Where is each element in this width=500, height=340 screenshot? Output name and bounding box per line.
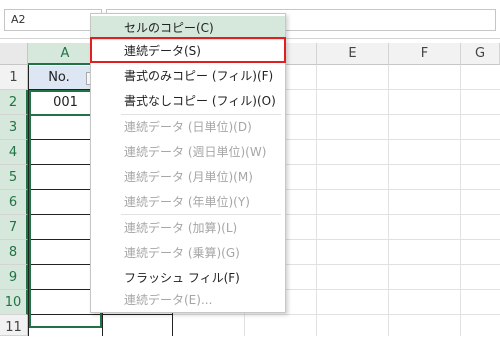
row-header-10[interactable]: 10 xyxy=(0,290,28,315)
row-header-5[interactable]: 5 xyxy=(0,165,28,190)
row-header-11[interactable]: 11 xyxy=(0,315,28,336)
row-header-8[interactable]: 8 xyxy=(0,240,28,265)
menu-item-fill-without-formatting[interactable]: 書式なしコピー (フィル)(O) xyxy=(91,89,285,113)
cell-a1-text: No. xyxy=(48,70,70,85)
menu-item-growth-trend: 連続データ (乗算)(G) xyxy=(124,246,240,260)
grid-line xyxy=(460,65,461,336)
menu-item-fill-months: 連続データ (月単位)(M) xyxy=(124,170,253,184)
column-header-f[interactable]: F xyxy=(389,43,461,65)
row-header-6[interactable]: 6 xyxy=(0,190,28,215)
row-header-2[interactable]: 2 xyxy=(0,90,28,115)
menu-item-fill-days: 連続データ (日単位)(D) xyxy=(124,120,252,134)
highlight-callout-box xyxy=(90,37,286,63)
column-header-g[interactable]: G xyxy=(461,43,500,65)
menu-item-fill-weekdays: 連続データ (週日単位)(W) xyxy=(124,145,267,159)
menu-item-series-dialog: 連続データ(E)... xyxy=(124,293,213,307)
menu-separator xyxy=(121,214,281,215)
menu-item-linear-trend: 連続データ (加算)(L) xyxy=(124,221,238,235)
menu-item-fill-formatting-only[interactable]: 書式のみコピー (フィル)(F) xyxy=(91,64,285,88)
menu-item-flash-fill[interactable]: フラッシュ フィル(F) xyxy=(91,266,285,290)
row-header-9[interactable]: 9 xyxy=(0,265,28,290)
name-box[interactable]: A2 xyxy=(4,9,102,31)
row-header-4[interactable]: 4 xyxy=(0,140,28,165)
row-header-1[interactable]: 1 xyxy=(0,65,28,90)
row-header-7[interactable]: 7 xyxy=(0,215,28,240)
row-header-3[interactable]: 3 xyxy=(0,115,28,140)
menu-item-fill-years: 連続データ (年単位)(Y) xyxy=(124,195,250,209)
select-all-corner[interactable] xyxy=(0,43,28,65)
column-header-e[interactable]: E xyxy=(317,43,389,65)
grid-line xyxy=(316,65,317,336)
grid-line xyxy=(388,65,389,336)
